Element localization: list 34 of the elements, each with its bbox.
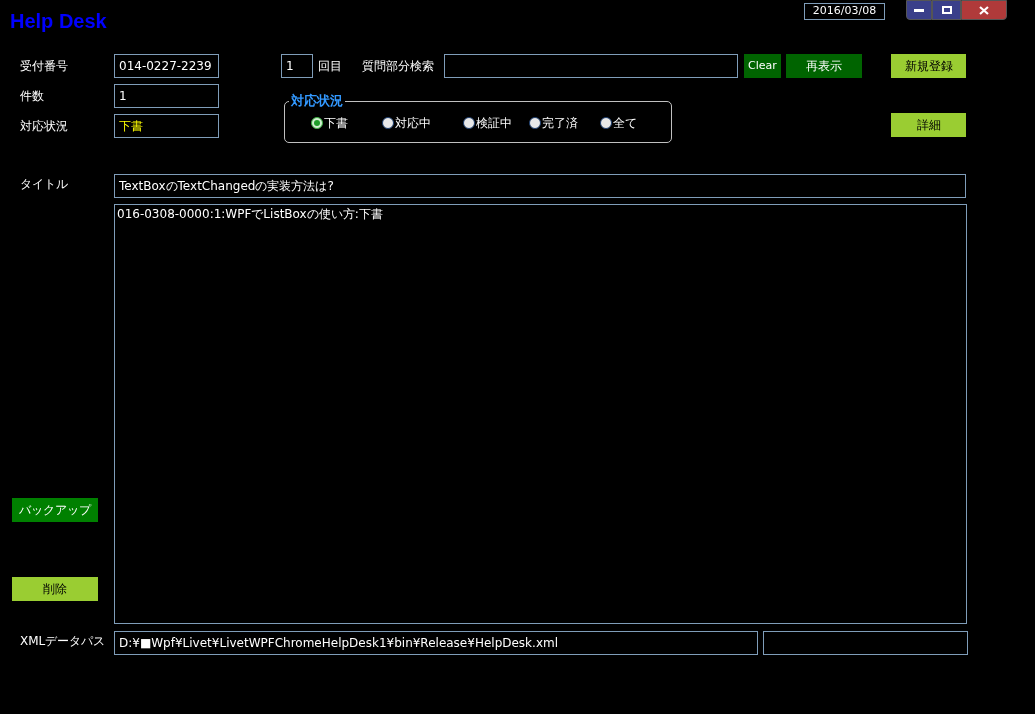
count-field[interactable]: 1 [281,54,313,78]
clear-button[interactable]: Clear [744,54,781,78]
refresh-button[interactable]: 再表示 [786,54,862,78]
title-field[interactable]: TextBoxのTextChangedの実装方法は? [114,174,966,198]
text-field[interactable] [763,631,968,655]
date-display: 2016/03/08 [804,3,885,20]
minimize-button[interactable] [906,0,932,20]
status-radio[interactable]: 対応中 [382,114,464,132]
close-icon [979,5,989,15]
text-field[interactable]: 1 [114,84,219,108]
text-field[interactable]: 下書 [114,114,219,138]
field-label: 件数 [20,88,45,105]
status-radio[interactable]: 検証中 [463,114,529,132]
list-item[interactable]: 016-0308-0000:1:WPFでListBoxの使い方:下書 [117,206,964,222]
status-radio[interactable]: 完了済 [528,114,600,132]
field-label: 受付番号 [20,58,69,75]
title-label: タイトル [20,175,69,193]
group-legend: 対応状況 [289,93,345,109]
side-button[interactable]: 削除 [12,577,98,601]
close-button[interactable] [961,0,1007,20]
search-label: 質問部分検索 [362,58,435,75]
side-button[interactable]: バックアップ [12,498,98,522]
xml-path-field[interactable]: D:¥■Wpf¥Livet¥LivetWPFChromeHelpDesk1¥bin¥Release¥HelpDesk.xml [114,631,758,655]
status-radio[interactable]: 全て [599,114,671,132]
search-field[interactable] [444,54,738,78]
status-radio[interactable]: 下書 [311,114,383,132]
field-label: 対応状況 [20,118,69,135]
action-button[interactable]: 新規登録 [891,54,966,78]
action-button[interactable]: 詳細 [891,113,966,137]
app-title: Help Desk [10,9,107,34]
count-suffix: 回目 [318,58,343,75]
text-field[interactable]: 014-0227-2239 [114,54,219,78]
xml-path-label: XMLデータパス [20,633,107,650]
maximize-button[interactable] [932,0,961,20]
